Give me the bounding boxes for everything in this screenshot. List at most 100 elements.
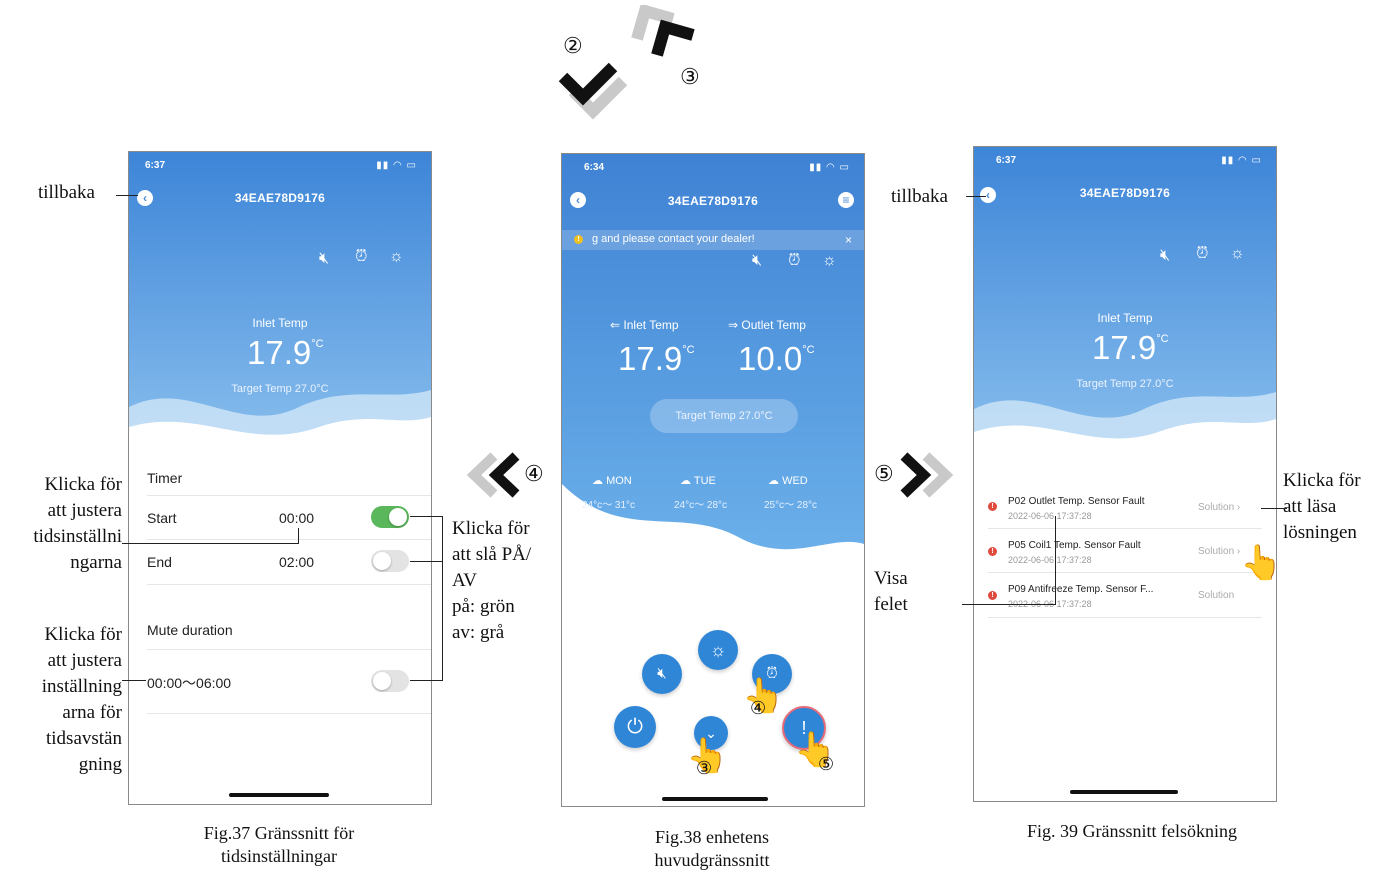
device-title: 34EAE78D9176 [1079, 186, 1171, 200]
start-label: Start [147, 510, 177, 526]
status-time: 6:37 [996, 155, 1017, 166]
mute-icon[interactable]: 🔇︎ [319, 250, 329, 268]
step-2-label: ② [563, 33, 583, 58]
leader-line [442, 516, 443, 681]
divider [147, 713, 431, 714]
step-5-marker: ⑤ [818, 754, 835, 774]
outlet-temp-label: ⇒ Outlet Temp [728, 318, 806, 332]
home-indicator [662, 797, 768, 801]
device-title: 34EAE78D9176 [234, 191, 326, 205]
annotation-read-solution: Klicka för att läsa lösningen [1283, 470, 1361, 543]
sun-icon[interactable]: ☼ [389, 248, 404, 266]
fault-date: 2022-06-06 17:37:28 [1008, 511, 1092, 521]
alarm-clock-icon[interactable]: ⏰︎ [788, 252, 800, 270]
home-indicator [229, 793, 329, 797]
target-temp: Target Temp 27.0°C [1076, 378, 1174, 390]
solution-link[interactable]: Solution › [1198, 546, 1240, 557]
mute-toggle[interactable] [371, 670, 409, 692]
start-time[interactable]: 00:00 [279, 510, 314, 526]
forecast-range: 24°c～ 28°c [674, 500, 728, 511]
status-time: 6:34 [584, 162, 605, 173]
annotation-show-fault: Visa felet [874, 568, 908, 615]
status-icons: ▮▮ ◠ ▭ [376, 160, 417, 171]
step-5-label: ⑤ [874, 461, 894, 486]
end-toggle[interactable] [371, 550, 409, 572]
forecast-item: ☁ TUE [680, 475, 716, 487]
swipe-right-arrows [900, 452, 954, 498]
leader-line [966, 196, 986, 197]
alarm-clock-icon[interactable]: ⏰︎ [1196, 245, 1208, 263]
target-temp: Target Temp 27.0°C [675, 410, 773, 422]
start-toggle[interactable] [371, 506, 409, 528]
fault-title: P05 Coil1 Temp. Sensor Fault [1008, 540, 1141, 551]
tap-hand-icon: 👆 [1240, 543, 1276, 583]
fault-title: P09 Antifreeze Temp. Sensor F... [1008, 584, 1154, 595]
alert-close-icon[interactable]: × [845, 233, 852, 247]
alarm-clock-icon[interactable]: ⏰︎ [355, 248, 367, 266]
annotation-back-left: tillbaka [38, 182, 95, 203]
mute-duration-heading: Mute duration [147, 622, 233, 638]
status-time: 6:37 [145, 160, 166, 171]
inlet-temp-value: 17.9°C [618, 340, 695, 377]
divider [988, 528, 1262, 529]
sun-icon[interactable]: ☼ [822, 252, 837, 270]
device-title: 34EAE78D9176 [667, 194, 759, 208]
target-temp-button[interactable]: Target Temp 27.0°C [650, 399, 798, 433]
main-screen: 6:34 ▮▮ ◠ ▭ ‹ 34EAE78D9176 ≡ ! g and ple… [561, 153, 865, 807]
divider [988, 617, 1262, 618]
end-time[interactable]: 02:00 [279, 554, 314, 570]
step-3-label: ③ [680, 64, 700, 89]
mute-icon[interactable]: 🔇︎ [752, 252, 762, 270]
step-4-label: ④ [524, 461, 544, 486]
inlet-temp-value: 17.9°C [1092, 329, 1169, 366]
power-button[interactable]: ⏻ [614, 706, 656, 748]
inlet-temp-label: ⇐ Inlet Temp [610, 318, 679, 332]
step-4-marker: ④ [750, 698, 767, 718]
mute-button[interactable]: 🔇︎ [642, 654, 682, 694]
leader-line [1261, 508, 1287, 509]
step-3-marker: ③ [696, 758, 713, 778]
leader-line [410, 561, 442, 562]
annotation-adjust-timer: Klicka för att justera tidsinställni ngarn… [33, 474, 122, 573]
mute-duration-range[interactable]: 00:00～06:00 [147, 673, 231, 693]
target-temp: Target Temp 27.0°C [231, 383, 329, 395]
alert-banner[interactable]: ! g and please contact your dealer! × [562, 230, 864, 250]
divider [147, 649, 431, 650]
divider [988, 572, 1262, 573]
alert-text: g and please contact your dealer! [592, 233, 755, 245]
end-label: End [147, 554, 172, 570]
leader-line [122, 680, 146, 681]
inlet-temp-label: Inlet Temp [1097, 311, 1153, 325]
leader-line [116, 195, 138, 196]
weather-forecast: ☁ MON 24°c～ 31°c ☁ TUE 24°c～ 28°c ☁ WED … [582, 474, 852, 514]
menu-icon[interactable]: ≡ [838, 192, 854, 208]
annotation-back-right: tillbaka [891, 186, 948, 207]
annotation-adjust-mute: Klicka för att justera inställning arna fö… [41, 624, 122, 775]
forecast-range: 24°c～ 31°c [582, 500, 636, 511]
leader-line [410, 516, 442, 517]
fault-title: P02 Outlet Temp. Sensor Fault [1008, 496, 1145, 507]
solution-link[interactable]: Solution [1198, 590, 1234, 601]
home-indicator [1070, 790, 1178, 794]
solution-link[interactable]: Solution › [1198, 502, 1240, 513]
forecast-range: 25°c～ 28°c [764, 500, 818, 511]
forecast-item: ☁ MON [592, 475, 632, 487]
sun-icon[interactable]: ☼ [1230, 245, 1245, 263]
sun-button[interactable]: ☼ [698, 630, 738, 670]
timer-settings-screen: 6:37 ▮▮ ◠ ▭ ‹ 34EAE78D9176 🔇︎ ⏰︎ ☼ Inlet… [128, 151, 432, 805]
leader-line [298, 528, 299, 544]
warning-icon: ! [574, 235, 583, 244]
swipe-left-arrows [466, 452, 520, 498]
fault-icon: ! [988, 591, 997, 600]
fault-date: 2022-06-06 17:37:28 [1008, 555, 1092, 565]
leader-line [1055, 516, 1056, 604]
troubleshooting-screen: 6:37 ▮▮ ◠ ▭ ‹ 34EAE78D9176 🔇︎ ⏰︎ ☼ Inlet… [973, 146, 1277, 802]
caption-fig37: Fig.37 Gränssnitt för tidsinställningar [203, 823, 355, 866]
inlet-temp-label: Inlet Temp [252, 316, 308, 330]
leader-line [962, 604, 1056, 605]
forecast-item: ☁ WED [768, 475, 808, 487]
mute-icon[interactable]: 🔇︎ [1160, 247, 1170, 265]
divider [147, 539, 431, 540]
annotation-toggle-onoff: Klicka för att slå PÅ/ AV på: grön av: grå [452, 518, 532, 643]
caption-fig39: Fig. 39 Gränssnitt felsökning [1027, 821, 1237, 841]
